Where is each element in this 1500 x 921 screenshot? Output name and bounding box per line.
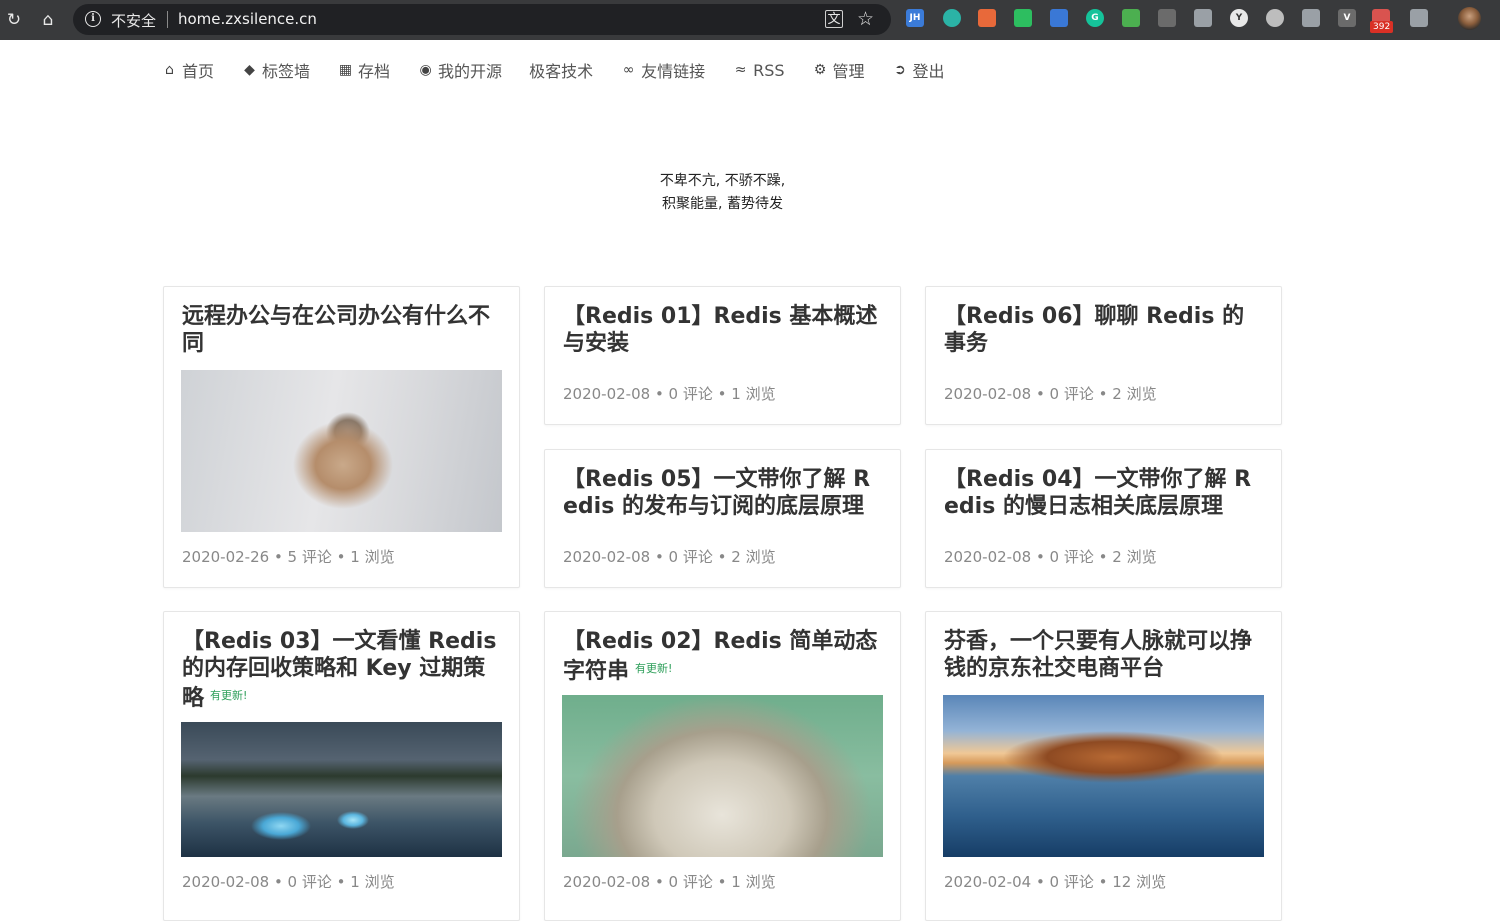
post-card[interactable]: 芬香，一个只要有人脉就可以挣钱的京东社交电商平台 2020-02-04 • 0 … xyxy=(925,611,1282,921)
rss-icon: ≈ xyxy=(734,62,747,78)
post-card[interactable]: 【Redis 02】Redis 简单动态字符串 有更新! 2020-02-08 •… xyxy=(544,611,901,921)
update-badge: 有更新! xyxy=(635,662,673,675)
post-card[interactable]: 【Redis 01】Redis 基本概述与安装 2020-02-08 • 0 评… xyxy=(544,286,901,425)
checkmark-extension-icon[interactable] xyxy=(1194,9,1212,27)
post-title[interactable]: 【Redis 03】一文看懂 Redis 的内存回收策略和 Key 过期策略 有更… xyxy=(182,628,504,712)
nav-label: 极客技术 xyxy=(529,62,594,81)
post-title[interactable]: 【Redis 05】一文带你了解 Redis 的发布与订阅的底层原理 xyxy=(563,466,885,520)
post-thumbnail[interactable] xyxy=(943,695,1264,857)
nav-links[interactable]: ∞ 友情链接 xyxy=(620,58,705,82)
post-meta: 2020-02-08 • 0 评论 • 2 浏览 xyxy=(944,385,1157,403)
v-extension-icon[interactable]: V xyxy=(1338,9,1356,27)
jh-extension-icon[interactable]: JH xyxy=(906,9,924,27)
octocat-extension-icon[interactable] xyxy=(1158,9,1176,27)
address-bar[interactable]: i 不安全 home.zxsilence.cn 文 ☆ xyxy=(73,4,891,35)
post-title[interactable]: 远程办公与在公司办公有什么不同 xyxy=(182,303,504,357)
link-icon: ∞ xyxy=(622,62,635,78)
y-extension-icon[interactable]: Y xyxy=(1230,9,1248,27)
post-title[interactable]: 【Redis 04】一文带你了解 Redis 的慢日志相关底层原理 xyxy=(944,466,1266,520)
post-title[interactable]: 【Redis 02】Redis 简单动态字符串 有更新! xyxy=(563,628,885,685)
post-meta: 2020-02-08 • 0 评论 • 1 浏览 xyxy=(182,873,395,891)
post-thumbnail[interactable] xyxy=(181,370,502,532)
translate-icon[interactable]: 文 xyxy=(825,10,843,28)
grammarly-extension-icon[interactable]: G xyxy=(1086,9,1104,27)
post-meta: 2020-02-08 • 0 评论 • 2 浏览 xyxy=(944,548,1157,566)
signout-icon: ➲ xyxy=(894,62,906,78)
motto-line: 不卑不亢, 不骄不躁, xyxy=(659,173,786,189)
url-divider xyxy=(167,11,168,28)
nav-home[interactable]: ⌂ 首页 xyxy=(161,58,214,82)
nav-tags[interactable]: ◆ 标签墙 xyxy=(241,58,310,82)
nav-admin[interactable]: ⚙ 管理 xyxy=(812,58,865,82)
nav-label: 存档 xyxy=(358,62,391,81)
nav-geek-tech[interactable]: 极客技术 xyxy=(529,58,593,82)
home-button-icon[interactable]: ⌂ xyxy=(36,8,60,32)
orange-extension-icon[interactable] xyxy=(978,9,996,27)
site-motto: 不卑不亢, 不骄不躁, 积聚能量, 蓄势待发 xyxy=(0,170,1445,216)
browser-toolbar: ↻ ⌂ i 不安全 home.zxsilence.cn 文 ☆ JH G Y V 39… xyxy=(0,0,1500,40)
post-meta: 2020-02-08 • 0 评论 • 1 浏览 xyxy=(563,385,776,403)
post-card[interactable]: 【Redis 03】一文看懂 Redis 的内存回收策略和 Key 过期策略 有更… xyxy=(163,611,520,921)
post-title[interactable]: 【Redis 06】聊聊 Redis 的事务 xyxy=(944,303,1266,357)
post-meta: 2020-02-26 • 5 评论 • 1 浏览 xyxy=(182,548,395,566)
profile-avatar[interactable] xyxy=(1458,7,1481,30)
gear-icon: ⚙ xyxy=(813,62,827,78)
evernote-extension-icon[interactable] xyxy=(1014,9,1032,27)
bookmark-star-icon[interactable]: ☆ xyxy=(857,7,874,31)
nav-rss[interactable]: ≈ RSS xyxy=(732,60,785,80)
shield-extension-icon[interactable] xyxy=(1302,9,1320,27)
post-title[interactable]: 芬香，一个只要有人脉就可以挣钱的京东社交电商平台 xyxy=(944,628,1266,682)
nav-label: 我的开源 xyxy=(438,62,503,81)
archive-icon: ▦ xyxy=(338,62,353,78)
post-card[interactable]: 远程办公与在公司办公有什么不同 2020-02-26 • 5 评论 • 1 浏览 xyxy=(163,286,520,588)
nav-label: 管理 xyxy=(832,62,865,81)
nav-label: 友情链接 xyxy=(641,62,706,81)
update-badge: 有更新! xyxy=(210,689,248,702)
post-thumbnail[interactable] xyxy=(562,695,883,857)
post-card[interactable]: 【Redis 06】聊聊 Redis 的事务 2020-02-08 • 0 评论… xyxy=(925,286,1282,425)
site-nav: ⌂ 首页 ◆ 标签墙 ▦ 存档 ◉ 我的开源 极客技术 ∞ 友情链接 ≈ RSS ⚙ 管理 ➲… xyxy=(161,58,972,82)
reload-icon[interactable]: ↻ xyxy=(2,8,26,32)
mail-count-badge: 392 xyxy=(1370,21,1394,33)
circle-extension-icon[interactable] xyxy=(1266,9,1284,27)
post-meta: 2020-02-08 • 0 评论 • 1 浏览 xyxy=(563,873,776,891)
nav-label: 标签墙 xyxy=(262,62,311,81)
nav-archive[interactable]: ▦ 存档 xyxy=(337,58,390,82)
security-status[interactable]: 不安全 xyxy=(111,10,156,31)
motto-line: 积聚能量, 蓄势待发 xyxy=(662,196,783,212)
nav-opensource[interactable]: ◉ 我的开源 xyxy=(417,58,502,82)
pin-extension-icon[interactable] xyxy=(1410,9,1428,27)
url-text[interactable]: home.zxsilence.cn xyxy=(178,10,317,28)
tag-icon: ◆ xyxy=(244,62,255,78)
github-icon: ◉ xyxy=(419,62,432,78)
post-meta: 2020-02-08 • 0 评论 • 2 浏览 xyxy=(563,548,776,566)
post-card[interactable]: 【Redis 04】一文带你了解 Redis 的慢日志相关底层原理 2020-0… xyxy=(925,449,1282,588)
green-grid-extension-icon[interactable] xyxy=(1122,9,1140,27)
teal-circle-extension-icon[interactable] xyxy=(943,9,961,27)
post-meta: 2020-02-04 • 0 评论 • 12 浏览 xyxy=(944,873,1167,891)
post-card[interactable]: 【Redis 05】一文带你了解 Redis 的发布与订阅的底层原理 2020-… xyxy=(544,449,901,588)
info-icon[interactable]: i xyxy=(85,11,101,27)
nav-label: RSS xyxy=(753,60,785,80)
nav-label: 登出 xyxy=(912,62,945,81)
nav-logout[interactable]: ➲ 登出 xyxy=(892,58,945,82)
nav-label: 首页 xyxy=(182,62,215,81)
home-icon: ⌂ xyxy=(165,62,174,78)
blue-globe-extension-icon[interactable] xyxy=(1050,9,1068,27)
post-thumbnail[interactable] xyxy=(181,722,502,857)
post-title[interactable]: 【Redis 01】Redis 基本概述与安装 xyxy=(563,303,885,357)
